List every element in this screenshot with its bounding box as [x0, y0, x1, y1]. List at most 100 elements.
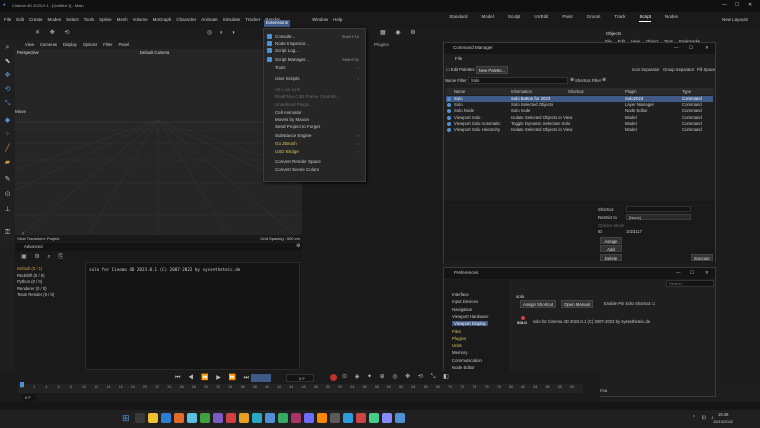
taskbar-app-icon[interactable]: [382, 413, 392, 423]
snap-icons[interactable]: ▦ ◉ ⚙: [380, 30, 420, 36]
menu-simulate[interactable]: Simulate: [223, 17, 241, 22]
command-row[interactable]: Solo Solo Button for 2023 Solo2023 Command: [446, 96, 713, 102]
viewport-menu-filter[interactable]: Filter: [103, 42, 112, 47]
taskbar-app-icon[interactable]: [161, 413, 171, 423]
viewport-menu-display[interactable]: Display: [63, 42, 77, 47]
new-layouts-button[interactable]: New Layouts: [722, 17, 748, 23]
cm-minimize-button[interactable]: —: [674, 45, 679, 51]
camera-label[interactable]: Default Camera: [140, 50, 169, 55]
layout-tab-track[interactable]: Track: [614, 14, 625, 20]
taskbar-app-icon[interactable]: [174, 413, 184, 423]
layout-tab-model[interactable]: Model: [482, 14, 494, 20]
edit-palettes-checkbox[interactable]: ☐ Edit Palettes: [446, 67, 474, 72]
taskbar-app-icon[interactable]: [317, 413, 327, 423]
cm-file-menu[interactable]: File: [455, 56, 462, 62]
layout-tab-sculpt[interactable]: Sculpt: [508, 14, 521, 20]
layout-tab-paint[interactable]: Paint: [562, 14, 572, 20]
viewport-menu-cameras[interactable]: Cameras: [40, 42, 57, 47]
layout-tab-script[interactable]: Script: [639, 14, 651, 22]
ext-menu-item[interactable]: User Scripts ›: [264, 76, 365, 82]
pref-item-input-devices[interactable]: Input Devices: [452, 299, 478, 304]
viewport-menu-panel[interactable]: Panel: [119, 42, 130, 47]
console-output[interactable]: solo for Cinema 4D 2023.0.1 (C) 2007-202…: [85, 262, 300, 370]
minimize-button[interactable]: —: [722, 3, 727, 8]
record-button[interactable]: [330, 374, 337, 381]
toolbar-icons[interactable]: ✕ ✥ ⟲: [35, 30, 73, 36]
ext-menu-item[interactable]: Undefined Plugin...: [264, 102, 365, 108]
maximize-button[interactable]: ☐: [735, 3, 739, 8]
menu-character[interactable]: Character: [176, 17, 196, 22]
pref-item-memory[interactable]: Memory: [452, 350, 468, 355]
taskbar-app-icon[interactable]: [200, 413, 210, 423]
group-separator[interactable]: Group Separator: [663, 67, 694, 72]
menu-window[interactable]: Window: [312, 17, 328, 22]
ext-menu-item[interactable]: Script Log...: [264, 48, 365, 54]
console-source[interactable]: Team Render (0 / 0): [17, 292, 54, 297]
pref-minimize-button[interactable]: —: [676, 270, 681, 276]
menu-select[interactable]: Select: [66, 17, 79, 22]
ext-menu-item[interactable]: Node Inspector...: [264, 41, 365, 47]
rotate-tool-icon[interactable]: ⟲: [3, 85, 12, 94]
menu-spline[interactable]: Spline: [99, 17, 112, 22]
taskbar-app-icon[interactable]: [291, 413, 301, 423]
name-filter-input[interactable]: Solo: [468, 77, 568, 84]
start-field[interactable]: 0 F: [22, 394, 36, 401]
menu-edit[interactable]: Edit: [16, 17, 24, 22]
layout-tab-standard[interactable]: Standard: [449, 14, 467, 20]
menu-mesh[interactable]: Mesh: [117, 17, 128, 22]
lock-icon[interactable]: ⚿: [3, 228, 12, 237]
layout-tab-nodes[interactable]: Nodes: [665, 14, 678, 20]
taskbar-app-icon[interactable]: [252, 413, 262, 423]
viewport-menu-options[interactable]: Options: [83, 42, 97, 47]
start-icon[interactable]: ⊞: [122, 413, 132, 423]
menu-create[interactable]: Create: [29, 17, 43, 22]
execute-button[interactable]: Execute: [691, 254, 713, 261]
ext-menu-item[interactable]: Send Project to Forger: [264, 124, 365, 130]
search-icon[interactable]: ⌕: [3, 43, 12, 52]
close-button[interactable]: ✕: [748, 3, 752, 8]
taskbar-app-icon[interactable]: [395, 413, 405, 423]
command-row[interactable]: Solo Solo Selected Objects Layer Manager Co…: [446, 102, 713, 108]
console-source[interactable]: Python (0 / 0): [17, 279, 42, 284]
ext-menu-item[interactable]: AE Live Link: [264, 87, 365, 93]
pref-item-node-editor[interactable]: Node Editor: [452, 365, 475, 370]
ext-menu-item[interactable]: Script Manager... Shift+F11: [264, 57, 365, 63]
taskbar-app-icon[interactable]: [304, 413, 314, 423]
menu-volume[interactable]: Volume: [133, 17, 148, 22]
brush-icon[interactable]: ✎: [3, 175, 12, 184]
ext-menu-item[interactable]: Convert Render Space: [264, 159, 365, 165]
delete-button[interactable]: Delete: [600, 254, 622, 261]
taskbar-app-icon[interactable]: [330, 413, 340, 423]
taskbar-app-icon[interactable]: [213, 413, 223, 423]
taskbar-app-icon[interactable]: [148, 413, 158, 423]
menu-help[interactable]: Help: [333, 17, 342, 22]
console-source[interactable]: Redshift (0 / 0): [17, 273, 44, 278]
pref-maximize-button[interactable]: ☐: [690, 270, 694, 276]
shortcut-input[interactable]: [626, 206, 691, 212]
layout-tab-uvedit[interactable]: UVEdit: [534, 14, 548, 20]
loop-toggle[interactable]: [251, 374, 271, 382]
menu-extensions-active[interactable]: Extensions: [264, 20, 291, 27]
command-row[interactable]: Viewport Solo Hierarchy Isolate Selected …: [446, 127, 713, 133]
command-row[interactable]: Viewport Solo Automatic Toggle Dynamic Se…: [446, 121, 713, 127]
pref-item-plugins[interactable]: Plugins: [452, 336, 466, 341]
pref-close-button[interactable]: ✕: [705, 270, 709, 276]
taskbar-app-icon[interactable]: [239, 413, 249, 423]
cm-col-plugin[interactable]: Plugin: [625, 89, 637, 94]
assign-shortcut-button[interactable]: Assign Shortcut: [520, 300, 556, 308]
timeline-ruler[interactable]: 0 2 4 6 8 10 12 14 16 18 20 22 24 26 28 30 32 34 36 38 40 42 4…: [18, 384, 583, 393]
taskbar-app-icon[interactable]: [369, 413, 379, 423]
playhead[interactable]: [20, 382, 24, 387]
snap-icon[interactable]: ⊙: [3, 190, 12, 199]
ext-menu-item[interactable]: Go ZBrush ›: [264, 141, 365, 147]
scale-tool-icon[interactable]: ⤡: [3, 99, 12, 108]
ext-menu-item[interactable]: Convert Scene Colors: [264, 167, 365, 173]
layout-tab-groom[interactable]: Groom: [587, 14, 601, 20]
ext-menu-item[interactable]: Console... Shift+F10: [264, 34, 365, 40]
open-manual-button[interactable]: Open Manual: [561, 300, 593, 308]
ext-menu-item[interactable]: Tools ›: [264, 65, 365, 71]
enable-pin-solo-checkbox[interactable]: Enable Pin Solo Shortcut ☐: [604, 301, 655, 306]
keyframe-tools[interactable]: ⊙ ◈ ✦ ⊕ ◎ ✥ ⟲ ⤡ ◧: [342, 374, 452, 380]
ext-menu-item[interactable]: RealFlow-C4D Frame Controls...: [264, 94, 365, 100]
cm-maximize-button[interactable]: ☐: [689, 45, 693, 51]
